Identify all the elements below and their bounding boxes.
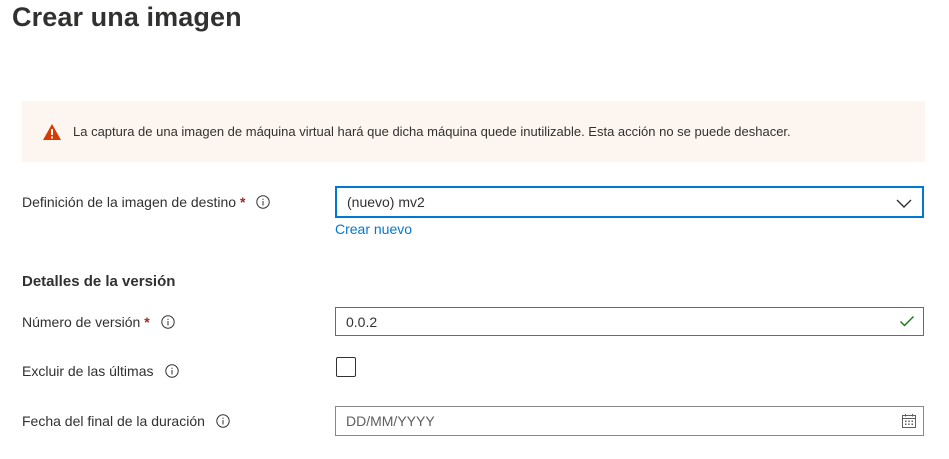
version-number-label-row: Número de versión * [22, 314, 175, 330]
target-definition-dropdown[interactable]: (nuevo) mv2 [335, 186, 924, 218]
calendar-icon[interactable] [901, 413, 917, 429]
exclude-latest-label: Excluir de las últimas [22, 363, 154, 379]
info-icon[interactable] [256, 195, 271, 209]
end-of-life-label: Fecha del final de la duración [22, 413, 205, 429]
version-number-value: 0.0.2 [346, 313, 378, 330]
target-definition-selected-value: (nuevo) mv2 [347, 194, 425, 210]
chevron-down-icon [896, 196, 912, 208]
exclude-latest-checkbox[interactable] [336, 357, 356, 377]
target-definition-label-row: Definición de la imagen de destino * [22, 194, 271, 210]
warning-icon [42, 123, 62, 141]
warning-text: La captura de una imagen de máquina virt… [73, 124, 791, 139]
end-of-life-label-row: Fecha del final de la duración [22, 413, 230, 429]
target-definition-label: Definición de la imagen de destino [22, 194, 237, 210]
version-details-heading: Detalles de la versión [22, 273, 176, 290]
info-icon[interactable] [216, 414, 230, 428]
required-marker: * [240, 194, 246, 210]
info-icon[interactable] [164, 364, 179, 378]
info-icon[interactable] [161, 315, 175, 329]
end-of-life-date-placeholder: DD/MM/YYYY [346, 413, 435, 429]
warning-banner: La captura de una imagen de máquina virt… [22, 101, 925, 162]
page-title: Crear una imagen [12, 2, 242, 32]
create-new-link[interactable]: Crear nuevo [335, 221, 412, 237]
version-number-label: Número de versión [22, 314, 141, 330]
version-number-input[interactable]: 0.0.2 [335, 307, 924, 336]
required-marker: * [144, 314, 150, 330]
exclude-latest-label-row: Excluir de las últimas [22, 363, 179, 379]
end-of-life-date-input[interactable]: DD/MM/YYYY [335, 406, 924, 436]
checkmark-icon [899, 314, 915, 328]
